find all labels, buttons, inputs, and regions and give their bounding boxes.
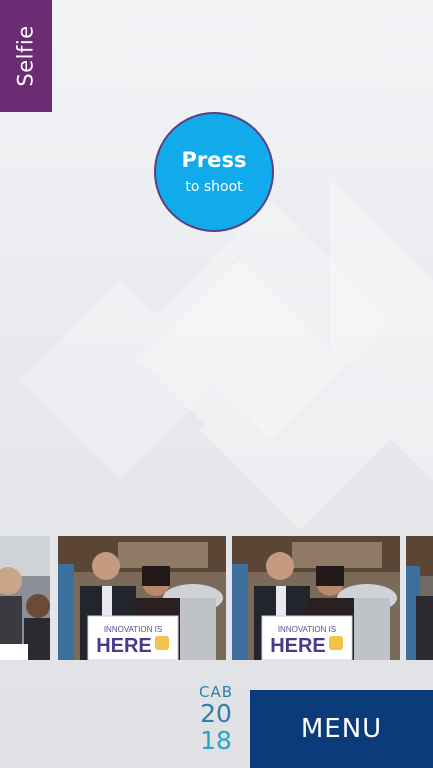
gallery-photo[interactable]: INNOVATION IS HERE [232,536,400,660]
logo-text-year-top: 20 [200,699,232,728]
logo-text-cab: CAB [198,683,234,701]
menu-button[interactable]: MENU [250,690,433,768]
sign-top-text: INNOVATION IS [104,625,162,634]
shutter-label-sub: to shoot [185,179,243,195]
gallery-photo-partial-left[interactable] [0,536,50,660]
press-to-shoot-button[interactable]: Press to shoot [154,112,274,232]
sign-main-text: HERE [96,635,152,657]
sign-main-text: HERE [270,635,326,657]
gallery-photo-partial-right[interactable] [406,536,433,660]
sign-top-text: INNOVATION IS [278,625,336,634]
gallery-photo[interactable]: INNOVATION IS HERE [58,536,226,660]
logo-text-year-bottom: 18 [200,726,232,755]
mode-tab-label: Selfie [14,25,39,87]
photo-gallery-strip[interactable]: INNOVATION IS HERE INNOVATION IS HERE [0,536,433,660]
cab-2018-logo: CAB 20 18 [196,684,236,756]
selfie-mode-tab[interactable]: Selfie [0,0,52,112]
shutter-label-main: Press [181,148,247,172]
